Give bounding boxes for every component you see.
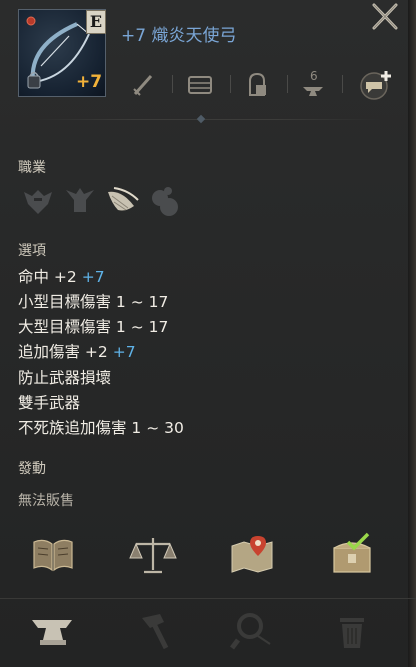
sword-icon [133, 75, 153, 96]
close-icon [372, 3, 398, 30]
stat-bonus: +7 [81, 268, 105, 286]
collection-button[interactable] [28, 532, 78, 578]
stat-line: 大型目標傷害 1 ~ 17 [18, 315, 168, 337]
elf-wings-icon [108, 187, 139, 211]
trade-button[interactable] [128, 532, 178, 578]
hammer-icon [142, 614, 169, 650]
separator [342, 75, 343, 93]
stat-label: 追加傷害 +2 [18, 343, 108, 361]
separator [230, 75, 231, 93]
scales-icon [129, 538, 177, 574]
item-title: +7 熾炎天使弓 [121, 26, 237, 46]
storage-deposit-button[interactable] [328, 532, 378, 578]
treasure-chest-icon [333, 532, 371, 573]
item-actions: 6 [122, 67, 412, 101]
no-sell-notice: 無法販售 [18, 493, 74, 509]
stat-label: 不死族追加傷害 1 ~ 30 [18, 419, 184, 437]
storage-button[interactable] [185, 67, 215, 101]
anvil-icon [32, 620, 72, 645]
stat-bonus: +7 [112, 343, 136, 361]
enhance-level: +7 [76, 72, 103, 92]
separator [172, 75, 173, 93]
divider [0, 598, 416, 599]
chest-icon [188, 76, 212, 94]
trash-icon [340, 618, 364, 648]
repair-button[interactable] [128, 608, 178, 654]
stat-label: 雙手武器 [18, 394, 81, 412]
book-icon [33, 539, 73, 572]
stat-line: 命中 +2 +7 [18, 265, 105, 287]
knight-icon [24, 190, 52, 214]
crafting-icon [249, 72, 266, 96]
stat-label: 小型目標傷害 1 ~ 17 [18, 293, 169, 311]
class-dwarf [146, 182, 182, 220]
dwarf-icon [152, 187, 178, 216]
grade-badge: E [86, 10, 106, 34]
enhance-button[interactable]: 6 [298, 67, 328, 101]
location-button[interactable] [228, 532, 278, 578]
delete-button[interactable] [328, 608, 378, 654]
stat-label: 大型目標傷害 1 ~ 17 [18, 318, 169, 336]
stat-label: 命中 +2 [18, 268, 77, 286]
chat-add-icon [360, 71, 391, 100]
warrior-icon [66, 188, 94, 212]
inspect-button[interactable] [228, 608, 278, 654]
chat-link-button[interactable] [357, 67, 397, 101]
class-elf [104, 182, 140, 220]
stat-line: 追加傷害 +2 +7 [18, 340, 136, 362]
class-section-title: 職業 [18, 160, 46, 176]
separator [287, 75, 288, 93]
anvil-6-icon: 6 [303, 69, 323, 96]
stat-line: 不死族追加傷害 1 ~ 30 [18, 416, 184, 438]
class-warrior [62, 182, 98, 220]
equip-button[interactable] [128, 67, 158, 101]
svg-text:6: 6 [310, 69, 318, 83]
class-knight [20, 182, 56, 220]
map-pin-icon [231, 536, 273, 573]
magnifier-icon [230, 613, 271, 650]
stat-line: 小型目標傷害 1 ~ 17 [18, 290, 168, 312]
smith-button[interactable] [28, 608, 78, 654]
stat-line: 雙手武器 [18, 391, 80, 413]
close-button[interactable] [368, 0, 402, 34]
stat-line: 防止武器損壞 [18, 366, 111, 388]
stat-label: 防止武器損壞 [18, 369, 112, 387]
options-section-title: 選項 [18, 243, 46, 259]
activate-section-title: 發動 [18, 461, 46, 477]
craft-button[interactable] [242, 67, 272, 101]
